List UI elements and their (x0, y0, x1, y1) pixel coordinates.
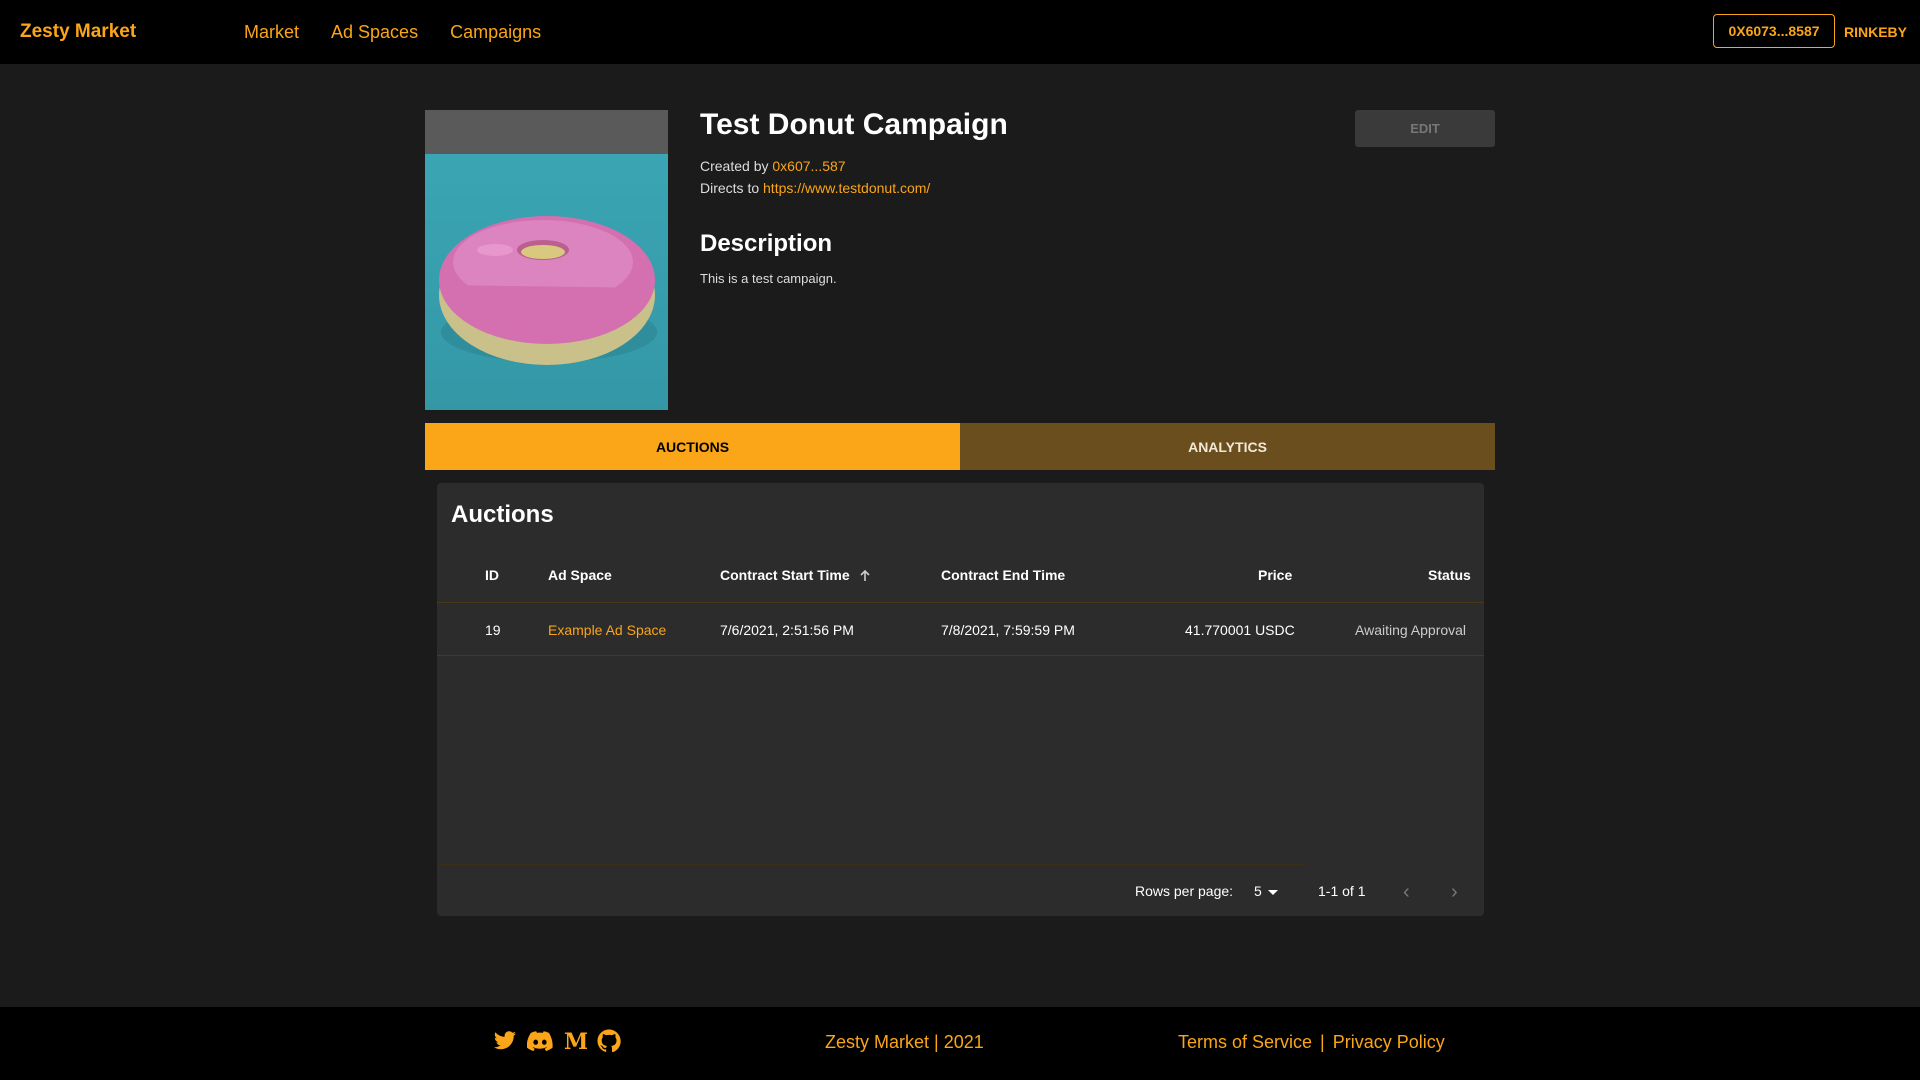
column-header-id[interactable]: ID (485, 567, 499, 583)
description-text: This is a test campaign. (700, 271, 837, 286)
network-label: RINKEBY (1844, 24, 1908, 40)
wallet-address-button[interactable]: 0X6073...8587 (1713, 14, 1835, 48)
nav-campaigns[interactable]: Campaigns (450, 22, 541, 43)
nav-ad-spaces[interactable]: Ad Spaces (331, 22, 418, 43)
header-divider (437, 602, 1484, 603)
campaign-title: Test Donut Campaign (700, 108, 1008, 141)
pagination-range: 1-1 of 1 (1318, 883, 1366, 899)
column-header-start-time-label: Contract Start Time (720, 567, 850, 583)
rows-per-page-select[interactable]: 5 (1254, 883, 1278, 899)
created-by-line: Created by 0x607...587 (700, 158, 846, 174)
github-icon[interactable] (597, 1029, 621, 1053)
column-header-status[interactable]: Status (1428, 567, 1471, 583)
cell-end-time: 7/8/2021, 7:59:59 PM (941, 622, 1075, 638)
created-by-label: Created by (700, 158, 773, 174)
previous-page-icon[interactable]: ‹ (1403, 881, 1410, 904)
column-header-start-time[interactable]: Contract Start Time (720, 567, 872, 583)
cell-start-time: 7/6/2021, 2:51:56 PM (720, 622, 854, 638)
medium-icon[interactable]: M (563, 1030, 587, 1052)
tab-auctions[interactable]: AUCTIONS (425, 423, 960, 470)
sort-ascending-icon (859, 570, 870, 582)
column-header-ad-space[interactable]: Ad Space (548, 567, 612, 583)
donut-illustration (439, 216, 657, 365)
cell-status: Awaiting Approval (1355, 622, 1467, 638)
twitter-icon[interactable] (493, 1030, 517, 1052)
legal-links: Terms of Service | Privacy Policy (1178, 1032, 1445, 1053)
campaign-url-link[interactable]: https://www.testdonut.com/ (763, 180, 930, 196)
directs-to-line: Directs to https://www.testdonut.com/ (700, 180, 930, 196)
campaign-image (425, 110, 668, 410)
top-navbar: Zesty Market Market Ad Spaces Campaigns … (0, 0, 1920, 64)
rows-per-page-value: 5 (1254, 883, 1262, 899)
svg-text:M: M (564, 1030, 587, 1052)
tab-analytics[interactable]: ANALYTICS (960, 423, 1495, 470)
pagination-divider (437, 864, 1308, 865)
description-heading: Description (700, 230, 833, 257)
auctions-title: Auctions (451, 501, 554, 528)
column-header-end-time[interactable]: Contract End Time (941, 567, 1065, 583)
dropdown-caret-icon (1267, 889, 1278, 895)
next-page-icon[interactable]: › (1451, 881, 1458, 904)
creator-address-link[interactable]: 0x607...587 (772, 158, 845, 174)
cell-id: 19 (485, 622, 501, 638)
rows-per-page-label: Rows per page: (1135, 883, 1234, 899)
discord-icon[interactable] (527, 1031, 553, 1051)
row-divider (437, 655, 1484, 656)
auctions-table-card: Auctions ID Ad Space Contract Start Time… (437, 483, 1484, 916)
main-nav: Market Ad Spaces Campaigns (244, 0, 573, 64)
legal-separator: | (1320, 1032, 1325, 1052)
page-footer: M Zesty Market | 2021 Terms of Service | P… (0, 1007, 1920, 1080)
directs-to-label: Directs to (700, 180, 764, 196)
social-links: M (493, 1029, 621, 1053)
column-header-price[interactable]: Price (1258, 567, 1292, 583)
cell-price: 41.770001 USDC (1185, 622, 1295, 638)
nav-market[interactable]: Market (244, 22, 299, 43)
brand-logo-link[interactable]: Zesty Market (20, 0, 136, 64)
edit-button[interactable]: EDIT (1355, 110, 1495, 147)
terms-link[interactable]: Terms of Service (1178, 1032, 1312, 1052)
privacy-link[interactable]: Privacy Policy (1333, 1032, 1445, 1052)
ad-space-link[interactable]: Example Ad Space (548, 622, 666, 638)
copyright-text: Zesty Market | 2021 (825, 1032, 984, 1052)
